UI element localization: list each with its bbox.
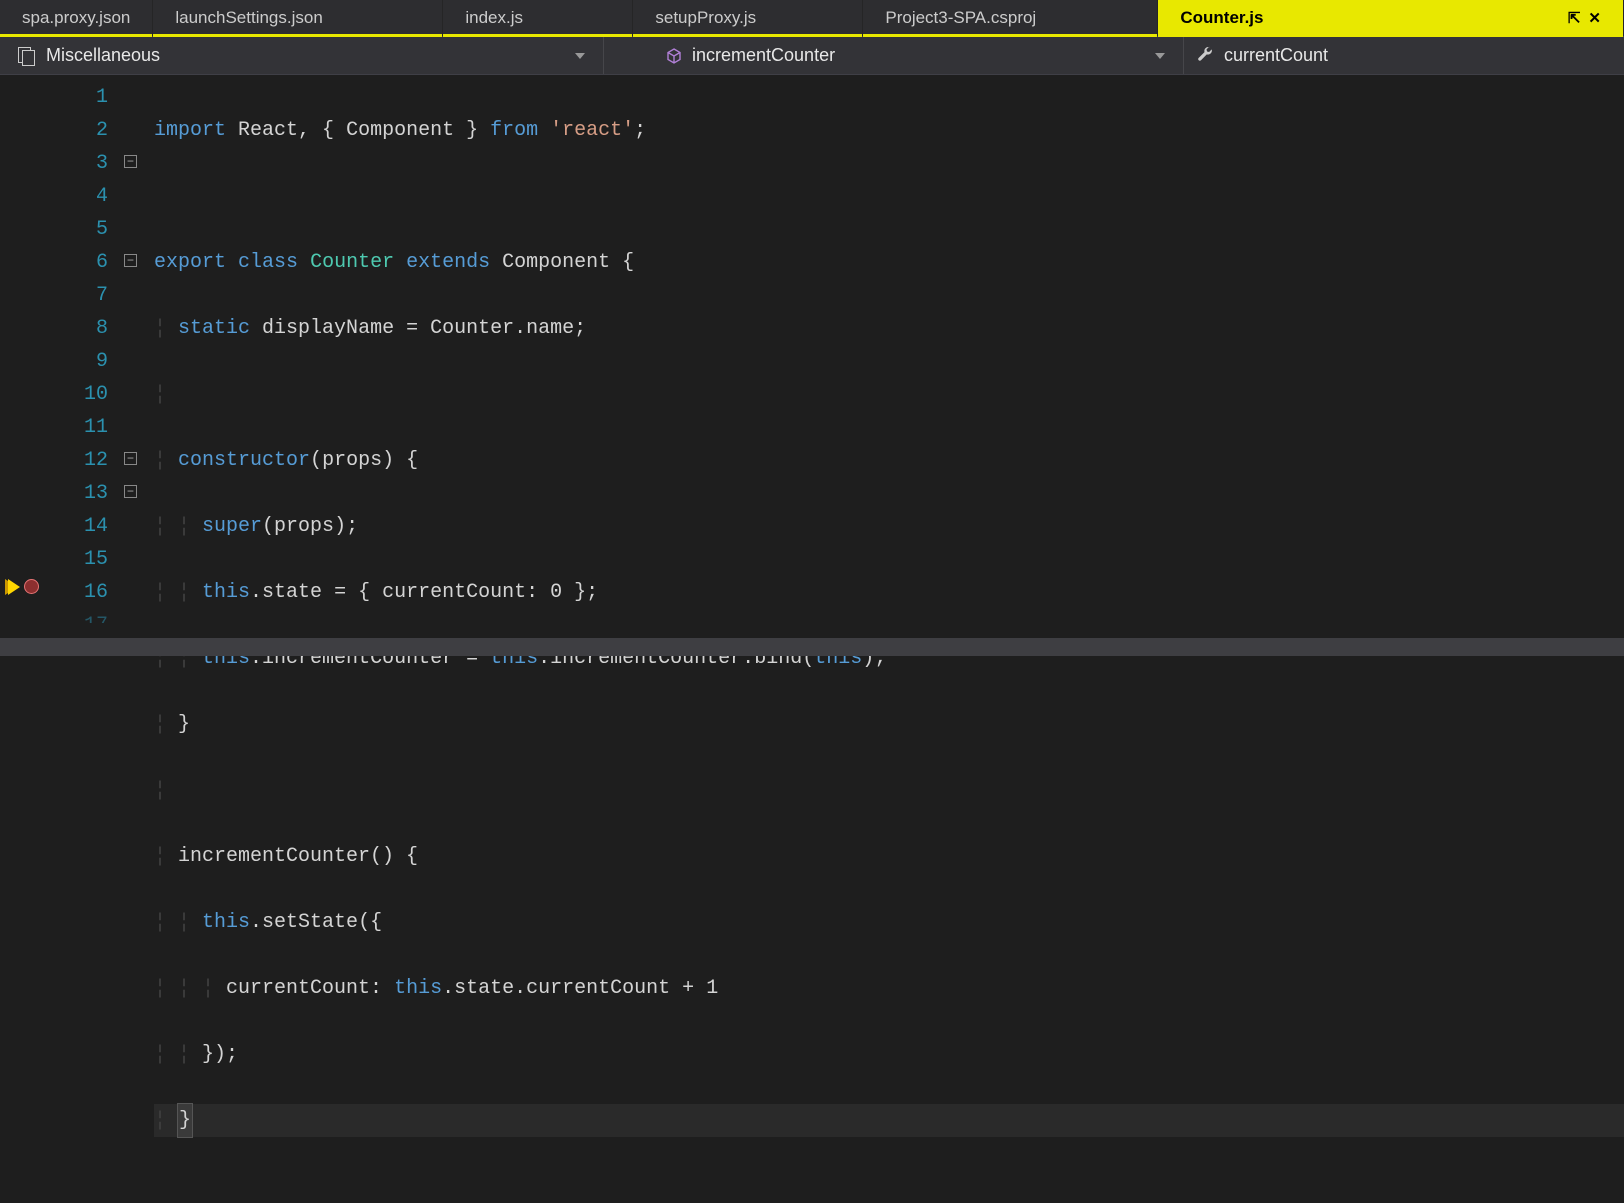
- code-line[interactable]: ¦ ¦ super(props);: [154, 510, 1624, 543]
- field-dropdown[interactable]: currentCount: [1184, 37, 1624, 74]
- fold-toggle[interactable]: −: [124, 254, 137, 267]
- tab-label: setupProxy.js: [655, 8, 756, 28]
- field-label: currentCount: [1224, 45, 1328, 66]
- tab-csproj[interactable]: Project3-SPA.csproj: [863, 0, 1158, 36]
- code-line[interactable]: ¦ }: [154, 708, 1624, 741]
- line-number: 14: [44, 510, 108, 543]
- code-line[interactable]: ¦ constructor(props) {: [154, 444, 1624, 477]
- line-number: 11: [44, 411, 108, 444]
- navigation-bar: Miscellaneous incrementCounter currentCo…: [0, 37, 1624, 75]
- line-number: 1: [44, 81, 108, 114]
- line-number: 12: [44, 444, 108, 477]
- line-number: 13: [44, 477, 108, 510]
- close-icon[interactable]: ✕: [1588, 9, 1601, 27]
- line-number: 17: [44, 609, 108, 623]
- code-line[interactable]: ¦ ¦ ¦ currentCount: this.state.currentCo…: [154, 972, 1624, 1005]
- tab-launch-settings[interactable]: launchSettings.json: [153, 0, 443, 36]
- tab-label: index.js: [465, 8, 523, 28]
- line-number: 6: [44, 246, 108, 279]
- code-line-current[interactable]: ¦ }: [154, 1104, 1624, 1137]
- chevron-down-icon: [1155, 53, 1165, 59]
- tab-label: Project3-SPA.csproj: [885, 8, 1036, 28]
- fold-toggle[interactable]: −: [124, 155, 137, 168]
- code-content[interactable]: import React, { Component } from 'react'…: [154, 75, 1624, 656]
- wrench-icon: [1196, 44, 1214, 67]
- code-line[interactable]: ¦ ¦ this.state = { currentCount: 0 };: [154, 576, 1624, 609]
- code-line[interactable]: export class Counter extends Component {: [154, 246, 1624, 279]
- tab-label: launchSettings.json: [175, 8, 322, 28]
- tab-setup-proxy[interactable]: setupProxy.js: [633, 0, 863, 36]
- line-number: 7: [44, 279, 108, 312]
- code-line[interactable]: ¦ incrementCounter() {: [154, 840, 1624, 873]
- line-number: 16: [44, 576, 108, 609]
- code-line[interactable]: ¦: [154, 774, 1624, 807]
- execution-pointer-icon: [8, 579, 20, 595]
- code-editor[interactable]: 1 2 3 4 5 6 7 8 9 10 11 12 13 14 15 16 1…: [0, 75, 1624, 656]
- tab-bar: spa.proxy.json launchSettings.json index…: [0, 0, 1624, 37]
- line-number: 2: [44, 114, 108, 147]
- tab-spa-proxy[interactable]: spa.proxy.json: [0, 0, 153, 36]
- fold-toggle[interactable]: −: [124, 485, 137, 498]
- fold-toggle[interactable]: −: [124, 452, 137, 465]
- horizontal-scrollbar[interactable]: [0, 638, 1624, 656]
- line-number: 9: [44, 345, 108, 378]
- line-number: 8: [44, 312, 108, 345]
- member-label: incrementCounter: [692, 45, 835, 66]
- folding-gutter: − − − −: [124, 75, 154, 656]
- pin-icon[interactable]: ⇱: [1568, 9, 1581, 27]
- chevron-down-icon: [575, 53, 585, 59]
- tab-index[interactable]: index.js: [443, 0, 633, 36]
- code-line[interactable]: ¦ ¦ });: [154, 1038, 1624, 1071]
- code-line[interactable]: ¦: [154, 378, 1624, 411]
- scope-label: Miscellaneous: [46, 45, 160, 66]
- breakpoint-marker[interactable]: [24, 579, 39, 594]
- glyph-margin: [0, 75, 44, 656]
- line-number: 3: [44, 147, 108, 180]
- scope-dropdown[interactable]: Miscellaneous: [0, 37, 604, 74]
- documents-icon: [18, 47, 36, 65]
- line-number: 10: [44, 378, 108, 411]
- tab-label: Counter.js: [1180, 8, 1263, 28]
- tab-label: spa.proxy.json: [22, 8, 130, 28]
- line-number: 4: [44, 180, 108, 213]
- tab-counter[interactable]: Counter.js ⇱ ✕: [1158, 0, 1624, 36]
- method-icon: [666, 48, 682, 64]
- code-line[interactable]: ¦ ¦ this.setState({: [154, 906, 1624, 939]
- member-dropdown[interactable]: incrementCounter: [604, 37, 1184, 74]
- line-number-gutter: 1 2 3 4 5 6 7 8 9 10 11 12 13 14 15 16 1…: [44, 75, 124, 656]
- code-line[interactable]: ¦ static displayName = Counter.name;: [154, 312, 1624, 345]
- code-line[interactable]: [154, 180, 1624, 213]
- line-number: 15: [44, 543, 108, 576]
- code-line[interactable]: import React, { Component } from 'react'…: [154, 114, 1624, 147]
- line-number: 5: [44, 213, 108, 246]
